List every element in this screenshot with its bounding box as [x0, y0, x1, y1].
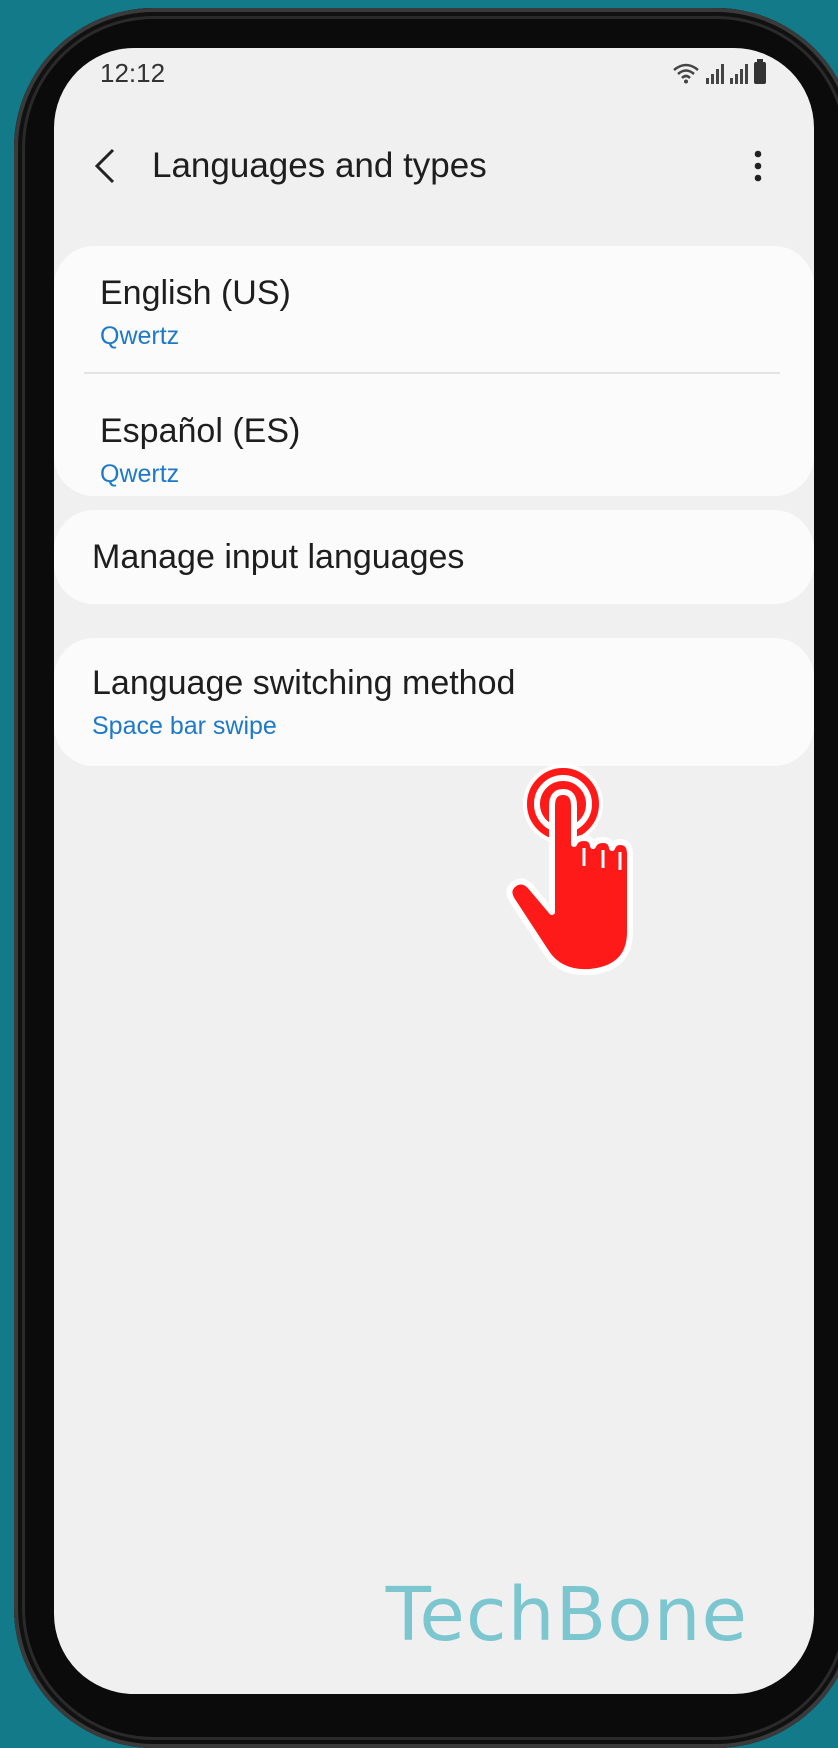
language-switching-method-label: Language switching method — [92, 664, 516, 702]
signal-icon — [730, 62, 748, 84]
app-bar: Languages and types — [54, 138, 814, 198]
language-title: English (US) — [100, 274, 291, 312]
back-button[interactable] — [84, 144, 128, 188]
manage-input-languages-item[interactable]: Manage input languages — [54, 510, 814, 604]
manage-input-languages-label: Manage input languages — [92, 538, 465, 576]
signal-icon — [706, 62, 724, 84]
more-options-button[interactable] — [736, 144, 780, 188]
language-item-english[interactable]: English (US) Qwertz — [54, 246, 814, 372]
chevron-left-icon — [94, 148, 115, 184]
language-title: Español (ES) — [100, 412, 301, 450]
tap-hand-icon — [506, 764, 633, 976]
status-time: 12:12 — [100, 58, 166, 88]
language-switching-method-item[interactable]: Language switching method Space bar swip… — [54, 638, 814, 766]
more-vertical-icon — [754, 150, 762, 182]
language-switching-method-value: Space bar swipe — [92, 712, 277, 740]
language-layout: Qwertz — [100, 322, 180, 350]
wifi-icon — [673, 63, 699, 84]
status-icons — [672, 58, 766, 84]
status-bar: 12:12 — [54, 48, 814, 98]
screen: 12:12 Languages and types English (US) Q… — [54, 48, 814, 1694]
languages-card: English (US) Qwertz Español (ES) Qwertz — [54, 246, 814, 496]
language-item-spanish[interactable]: Español (ES) Qwertz — [54, 374, 814, 496]
language-layout: Qwertz — [100, 460, 180, 488]
battery-icon — [754, 59, 766, 84]
watermark-logo: TechBone — [385, 1572, 748, 1658]
page-title: Languages and types — [152, 146, 487, 185]
